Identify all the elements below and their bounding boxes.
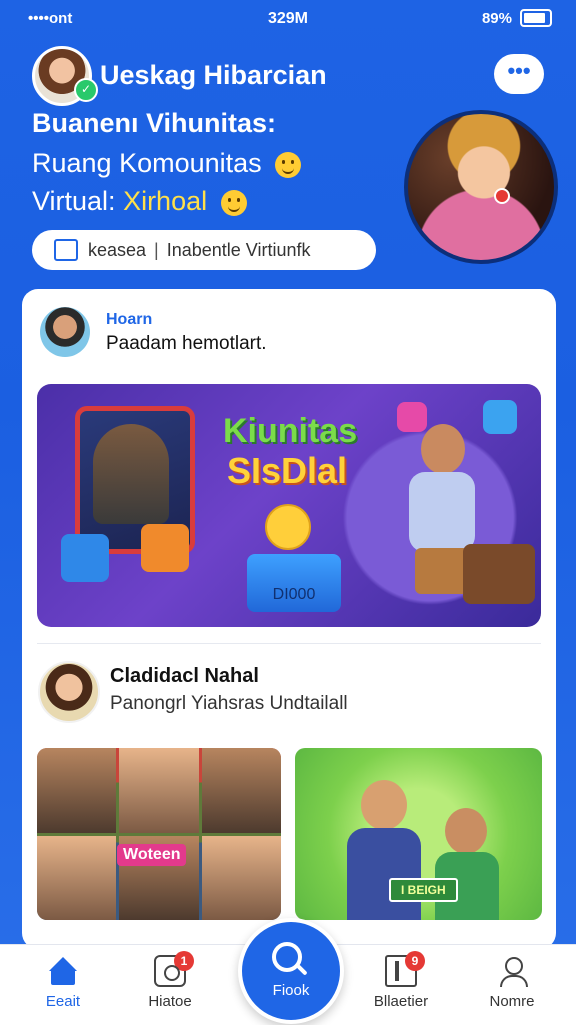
notification-badge: 9 [405, 951, 425, 971]
status-bar: ••••ont 329M 89% [0, 0, 576, 40]
tagline-text: Ruang Komounitas [32, 148, 262, 178]
fab-label: Fiook [272, 982, 310, 999]
page-subtitle: Buanenı Vihunitas: [32, 108, 277, 138]
smile-emoji-icon [275, 151, 302, 178]
game-box-graphic [463, 544, 535, 604]
smiley-icon [265, 504, 311, 550]
nav-label: Eeait [45, 993, 81, 1010]
celebration-thumbnail[interactable]: I BEIGH [295, 748, 542, 920]
community-banner-image[interactable]: Kiunitas SIsDlal DI000 [37, 384, 541, 627]
community-search-pill[interactable]: keasea | Inabentle Virtiunfk [32, 230, 376, 270]
feed-card: Hoarn Paadam hemotlart. Kiunitas SIsDlal… [22, 289, 556, 949]
search-pill-right-text: Inabentle Virtiunfk [166, 239, 311, 260]
tagline-line2: Virtual: Xirhoal [32, 186, 247, 217]
header: ✓ Ueskag Hibarcian ••• Buanenı Vihunitas… [30, 44, 558, 284]
post-author-avatar[interactable] [40, 307, 90, 357]
post-author-name[interactable]: Hoarn [106, 311, 152, 329]
nav-label: Hiatoe [148, 993, 192, 1010]
photo-icon: 1 [154, 951, 194, 987]
banner-title-line1: Kiunitas [223, 412, 358, 450]
nav-item-photos[interactable]: 1 Hiatoe [125, 951, 215, 1010]
post-text: Paadam hemotlart. [106, 333, 267, 354]
game-box-graphic [61, 534, 109, 582]
game-box-graphic [397, 402, 427, 432]
status-right: 89% [482, 9, 552, 27]
photo-collage-thumbnail[interactable]: Woteen [37, 748, 281, 920]
app-title: Ueskag Hibarcian [100, 60, 327, 90]
post2-author-name[interactable]: Cladidacl Nahal [110, 665, 259, 688]
console-graphic: DI000 [247, 554, 341, 612]
post2-author-avatar[interactable] [38, 661, 100, 723]
tagline-line1: Ruang Komounitas [32, 148, 302, 179]
hero-character-image [404, 110, 558, 264]
book-icon: 9 [385, 951, 425, 987]
search-icon [272, 942, 302, 972]
game-box-graphic [483, 400, 517, 434]
thumbnail-sign: I BEIGH [389, 878, 458, 902]
streamer-figure [93, 424, 169, 524]
thumbnail-label: Woteen [117, 844, 187, 866]
battery-icon [520, 9, 552, 27]
post2-subtitle: Panongrl Yiahsras Undtailall [110, 693, 348, 714]
more-options-button[interactable]: ••• [494, 54, 544, 94]
home-icon [47, 955, 79, 987]
live-indicator-icon [494, 188, 510, 204]
smile-emoji-icon [220, 189, 247, 216]
divider [37, 643, 541, 644]
search-fab-button[interactable]: Fiook [238, 918, 344, 1024]
online-badge-icon: ✓ [74, 78, 98, 102]
post-header: Hoarn Paadam hemotlart. [40, 307, 520, 363]
nav-item-library[interactable]: 9 Bllaetier [356, 951, 446, 1010]
bag-icon [54, 239, 78, 261]
tagline-prefix: Virtual: [32, 186, 116, 216]
nav-label: Bllaetier [373, 993, 429, 1010]
notification-badge: 1 [174, 951, 194, 971]
nav-item-profile[interactable]: Nomre [467, 955, 557, 1010]
post2-header: Cladidacl Nahal Panongrl Yiahsras Undtai… [38, 661, 538, 723]
nav-label: Nomre [489, 993, 535, 1010]
search-pill-left-text: keasea [88, 239, 147, 260]
nav-item-home[interactable]: Eeait [18, 955, 108, 1010]
banner-title-line2: SIsDlal [227, 450, 348, 491]
battery-percent: 89% [481, 9, 512, 27]
game-box-graphic [141, 524, 189, 572]
user-icon [496, 955, 528, 987]
tagline-highlight: Xirhoal [123, 186, 208, 216]
search-pill-divider: | [154, 239, 159, 260]
